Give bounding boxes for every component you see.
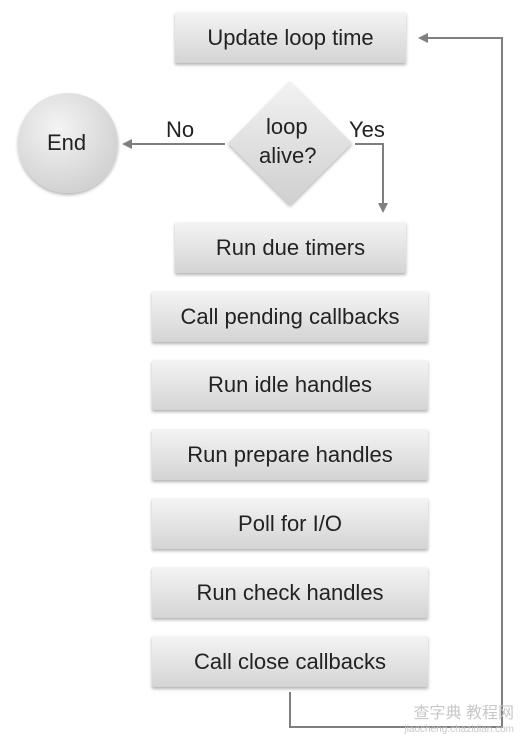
run-check-handles-box: Run check handles: [152, 567, 428, 618]
call-pending-callbacks-box: Call pending callbacks: [152, 291, 428, 342]
decision-label-line2: alive?: [259, 143, 317, 168]
arrowhead-icon: [418, 33, 428, 43]
decision-label-line1: loop: [266, 114, 308, 139]
run-prepare-handles-box: Run prepare handles: [152, 429, 428, 480]
poll-for-io-box: Poll for I/O: [152, 498, 428, 549]
yes-label: Yes: [349, 117, 385, 142]
yes-edge: [355, 143, 384, 205]
update-loop-time-box: Update loop time: [175, 12, 406, 63]
arrowhead-icon: [378, 203, 388, 213]
watermark-sub: jiaocheng.chazidian.com: [404, 724, 514, 735]
run-idle-handles-box: Run idle handles: [152, 360, 428, 410]
no-label: No: [166, 117, 195, 142]
watermark: 查字典 教程网 jiaocheng.chazidian.com: [404, 706, 514, 738]
arrowhead-icon: [122, 139, 132, 149]
end-node: End: [47, 130, 87, 155]
watermark-main: 查字典 教程网: [413, 705, 514, 722]
run-due-timers-box: Run due timers: [175, 222, 406, 273]
call-close-callbacks-box: Call close callbacks: [152, 636, 428, 687]
